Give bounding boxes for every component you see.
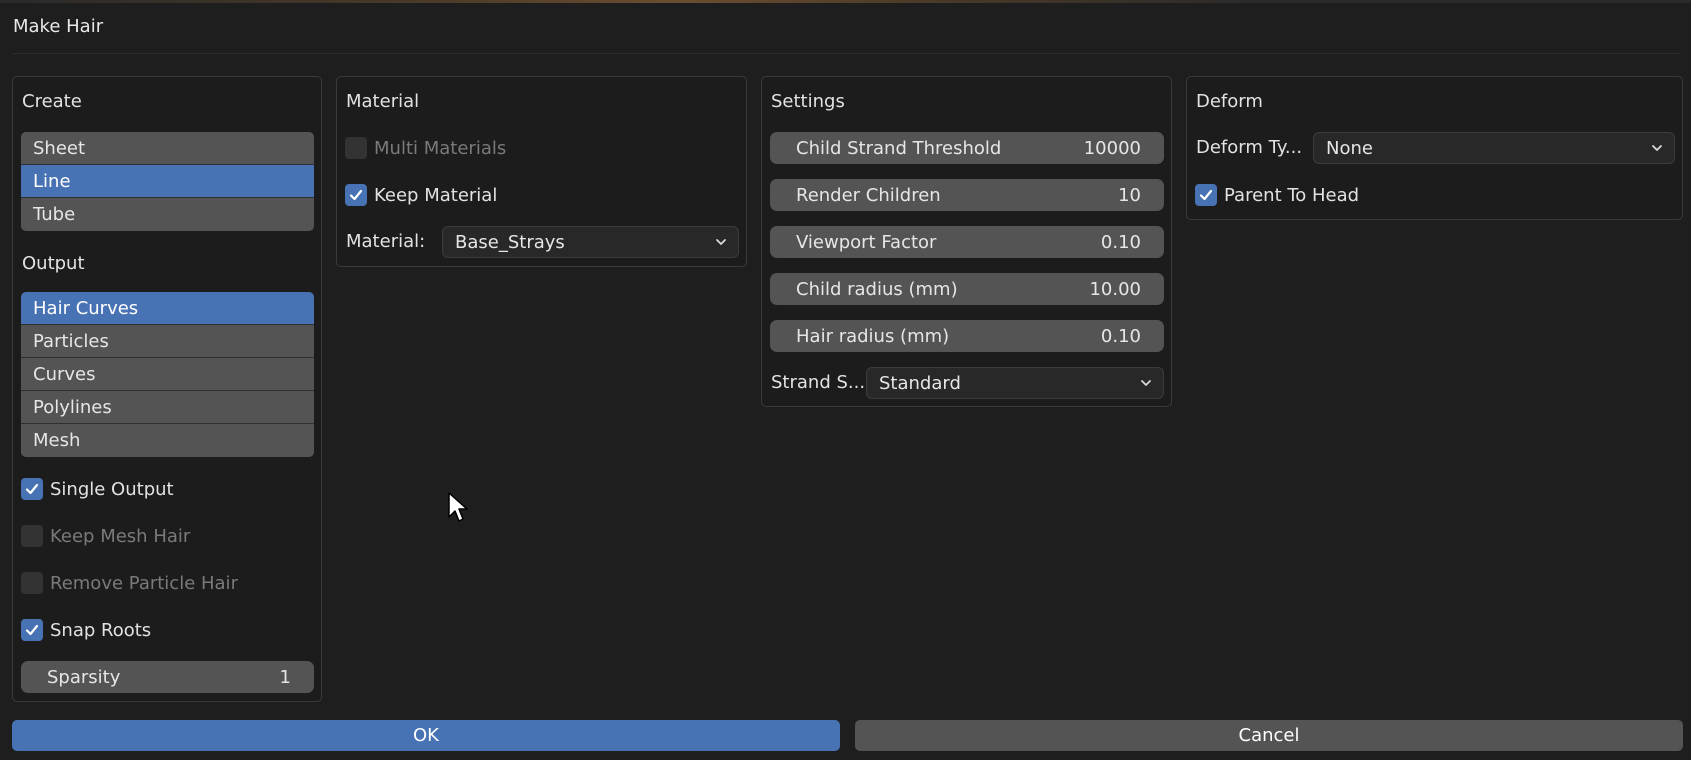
strand-shape-label: Strand S... <box>771 372 866 393</box>
output-type-hair-curves[interactable]: Hair Curves <box>21 292 314 325</box>
checkbox-box <box>345 137 367 159</box>
settings-heading: Settings <box>771 91 845 112</box>
keep-material-label: Keep Material <box>374 184 498 206</box>
parent-to-head-label: Parent To Head <box>1224 184 1360 206</box>
remove-particle-hair-checkbox[interactable]: Remove Particle Hair <box>21 571 238 595</box>
child-strand-threshold-label: Child Strand Threshold <box>796 137 1002 159</box>
checkmark-icon <box>1199 189 1213 201</box>
viewport-factor-label: Viewport Factor <box>796 231 937 253</box>
checkbox-box <box>21 572 43 594</box>
mouse-pointer-icon <box>448 492 468 522</box>
checkmark-icon <box>25 624 39 636</box>
output-type-curves[interactable]: Curves <box>21 358 314 391</box>
chevron-down-icon <box>1652 145 1662 151</box>
checkmark-icon <box>25 483 39 495</box>
deform-panel: Deform Deform Ty... None Parent To Head <box>1186 76 1683 220</box>
snap-roots-checkbox[interactable]: Snap Roots <box>21 618 151 642</box>
deform-heading: Deform <box>1196 91 1263 112</box>
strand-shape-dropdown[interactable]: Standard <box>866 367 1164 399</box>
multi-materials-checkbox[interactable]: Multi Materials <box>345 136 506 160</box>
hair-radius-value: 0.10 <box>1100 325 1141 347</box>
material-heading: Material <box>346 91 420 112</box>
create-panel: Create Sheet Line Tube Output Hair Curve… <box>12 76 322 702</box>
hair-radius-field[interactable]: Hair radius (mm) 0.10 <box>770 320 1164 352</box>
sparsity-value: 1 <box>279 666 291 688</box>
output-type-list: Hair Curves Particles Curves Polylines M… <box>21 292 314 457</box>
sparsity-label: Sparsity <box>47 666 121 688</box>
chevron-down-icon <box>716 239 726 245</box>
create-type-line[interactable]: Line <box>21 165 314 198</box>
render-children-label: Render Children <box>796 184 941 206</box>
viewport-factor-field[interactable]: Viewport Factor 0.10 <box>770 226 1164 258</box>
child-strand-threshold-field[interactable]: Child Strand Threshold 10000 <box>770 132 1164 164</box>
single-output-label: Single Output <box>50 478 174 500</box>
cancel-button[interactable]: Cancel <box>855 720 1683 751</box>
multi-materials-label: Multi Materials <box>374 137 507 159</box>
output-type-particles[interactable]: Particles <box>21 325 314 358</box>
deform-type-label: Deform Ty... <box>1196 137 1303 158</box>
strand-shape-value: Standard <box>879 372 961 394</box>
create-type-sheet[interactable]: Sheet <box>21 132 314 165</box>
output-heading: Output <box>22 253 85 274</box>
checkbox-box <box>21 478 43 500</box>
deform-type-value: None <box>1326 137 1373 159</box>
material-label: Material: <box>346 231 426 252</box>
snap-roots-label: Snap Roots <box>50 619 152 641</box>
single-output-checkbox[interactable]: Single Output <box>21 477 174 501</box>
title-separator <box>12 53 1680 54</box>
child-radius-label: Child radius (mm) <box>796 278 958 300</box>
keep-mesh-hair-checkbox[interactable]: Keep Mesh Hair <box>21 524 190 548</box>
sparsity-field[interactable]: Sparsity 1 <box>21 661 314 693</box>
checkbox-box <box>345 184 367 206</box>
render-children-value: 10 <box>1118 184 1141 206</box>
checkmark-icon <box>349 189 363 201</box>
child-strand-threshold-value: 10000 <box>1083 137 1141 159</box>
create-heading: Create <box>22 91 82 112</box>
remove-particle-hair-label: Remove Particle Hair <box>50 572 238 594</box>
material-dropdown[interactable]: Base_Strays <box>442 226 739 258</box>
viewport-factor-value: 0.10 <box>1100 231 1141 253</box>
create-type-list: Sheet Line Tube <box>21 132 314 231</box>
checkbox-box <box>21 619 43 641</box>
window-top-edge <box>0 0 1691 3</box>
create-type-tube[interactable]: Tube <box>21 198 314 231</box>
render-children-field[interactable]: Render Children 10 <box>770 179 1164 211</box>
material-value: Base_Strays <box>455 231 565 253</box>
output-type-mesh[interactable]: Mesh <box>21 424 314 457</box>
chevron-down-icon <box>1141 380 1151 386</box>
deform-type-dropdown[interactable]: None <box>1313 132 1675 164</box>
window-title: Make Hair <box>13 16 104 37</box>
output-type-polylines[interactable]: Polylines <box>21 391 314 424</box>
ok-button[interactable]: OK <box>12 720 840 751</box>
checkbox-box <box>1195 184 1217 206</box>
child-radius-field[interactable]: Child radius (mm) 10.00 <box>770 273 1164 305</box>
parent-to-head-checkbox[interactable]: Parent To Head <box>1195 183 1359 207</box>
keep-mesh-hair-label: Keep Mesh Hair <box>50 525 191 547</box>
material-panel: Material Multi Materials Keep Material M… <box>336 76 747 267</box>
settings-panel: Settings Child Strand Threshold 10000 Re… <box>761 76 1172 407</box>
hair-radius-label: Hair radius (mm) <box>796 325 950 347</box>
keep-material-checkbox[interactable]: Keep Material <box>345 183 497 207</box>
checkbox-box <box>21 525 43 547</box>
child-radius-value: 10.00 <box>1089 278 1141 300</box>
